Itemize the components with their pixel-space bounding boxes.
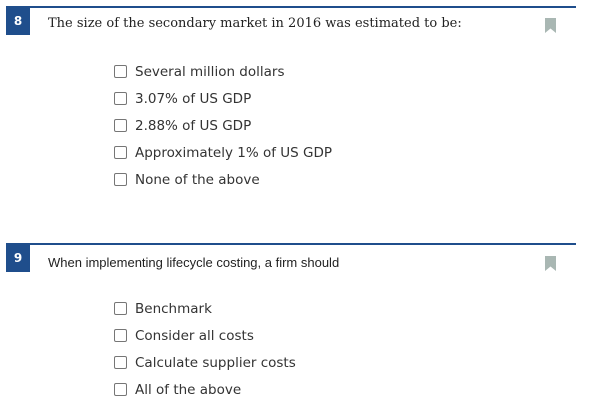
answer-option[interactable]: Several million dollars — [114, 58, 332, 85]
question-header: 8 The size of the secondary market in 20… — [6, 6, 576, 40]
question-number-badge: 9 — [6, 243, 30, 272]
answer-option-label: 2.88% of US GDP — [135, 117, 252, 134]
bookmark-icon[interactable] — [545, 18, 556, 33]
checkbox-icon[interactable] — [114, 302, 127, 315]
answer-option-label: Benchmark — [135, 300, 212, 317]
answer-option[interactable]: 2.88% of US GDP — [114, 112, 332, 139]
question-number-badge: 8 — [6, 6, 30, 35]
checkbox-icon[interactable] — [114, 119, 127, 132]
answer-option-label: None of the above — [135, 171, 260, 188]
answer-option-label: Calculate supplier costs — [135, 354, 296, 371]
answer-option-label: Several million dollars — [135, 63, 285, 80]
answer-option-label: All of the above — [135, 381, 242, 398]
answer-option[interactable]: Consider all costs — [114, 322, 296, 349]
checkbox-icon[interactable] — [114, 356, 127, 369]
checkbox-icon[interactable] — [114, 329, 127, 342]
answer-option[interactable]: 3.07% of US GDP — [114, 85, 332, 112]
question-8: 8 The size of the secondary market in 20… — [6, 6, 576, 188]
answer-option[interactable]: Benchmark — [114, 295, 296, 322]
question-header: 9 When implementing lifecycle costing, a… — [6, 243, 576, 277]
answer-option[interactable]: None of the above — [114, 166, 332, 193]
answer-option[interactable]: All of the above — [114, 376, 296, 403]
answer-option[interactable]: Calculate supplier costs — [114, 349, 296, 376]
answer-option-label: Consider all costs — [135, 327, 254, 344]
question-9: 9 When implementing lifecycle costing, a… — [6, 243, 576, 398]
answer-options: Benchmark Consider all costs Calculate s… — [114, 295, 296, 403]
checkbox-icon[interactable] — [114, 383, 127, 396]
answer-options: Several million dollars 3.07% of US GDP … — [114, 58, 332, 193]
answer-option-label: 3.07% of US GDP — [135, 90, 252, 107]
answer-option-label: Approximately 1% of US GDP — [135, 144, 333, 161]
bookmark-icon[interactable] — [545, 256, 556, 271]
question-text: When implementing lifecycle costing, a f… — [48, 255, 340, 270]
checkbox-icon[interactable] — [114, 146, 127, 159]
checkbox-icon[interactable] — [114, 173, 127, 186]
answer-option[interactable]: Approximately 1% of US GDP — [114, 139, 332, 166]
checkbox-icon[interactable] — [114, 92, 127, 105]
question-text: The size of the secondary market in 2016… — [48, 16, 462, 31]
checkbox-icon[interactable] — [114, 65, 127, 78]
